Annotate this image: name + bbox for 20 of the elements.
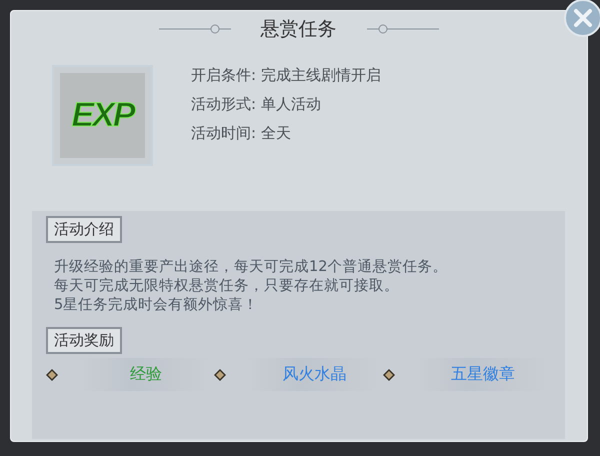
close-icon: [572, 7, 594, 29]
description-line: 每天可完成无限特权悬赏任务，只要存在就可接取。: [54, 277, 400, 296]
info-label: 开启条件:: [191, 66, 256, 85]
exp-icon: EXP: [71, 96, 134, 135]
info-label: 活动时间:: [191, 124, 256, 143]
gem-icon: [46, 368, 58, 380]
gem-icon: [214, 368, 226, 380]
info-value: 完成主线剧情开启: [261, 66, 382, 85]
gem-icon: [382, 368, 395, 380]
section-heading: 活动奖励: [46, 327, 122, 354]
info-label: 活动形式:: [191, 95, 256, 114]
ornament-icon: [158, 24, 230, 34]
description-line: 升级经验的重要产出途径，每天可完成12个普通悬赏任务。: [54, 258, 448, 277]
description-line: 5星任务完成时会有额外惊喜！: [54, 296, 260, 315]
info-value: 全天: [261, 124, 292, 143]
section-heading: 活动介绍: [46, 216, 122, 243]
dialog-title: 悬赏任务: [260, 17, 336, 42]
ornament-icon: [366, 24, 438, 34]
info-value: 单人活动: [261, 95, 322, 114]
close-button[interactable]: [564, 0, 600, 37]
